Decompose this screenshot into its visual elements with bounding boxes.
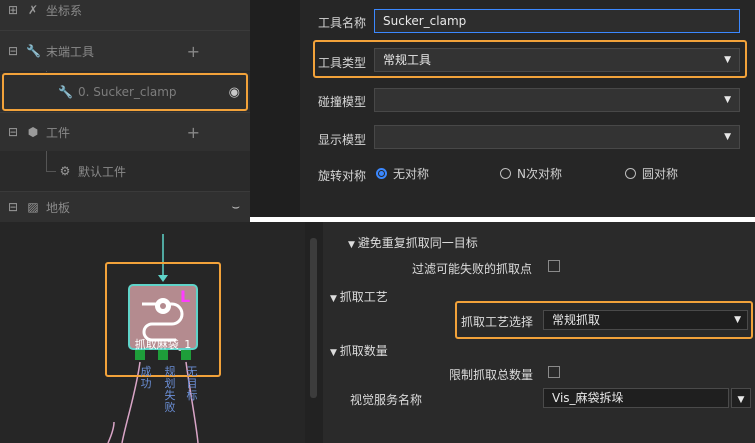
rotation-symmetry-label: 旋转对称 bbox=[318, 169, 367, 183]
output-label-plan-failed: 规划失败 bbox=[164, 365, 176, 414]
collision-model-select[interactable]: ▼ bbox=[374, 88, 740, 112]
highlight-box bbox=[105, 262, 221, 377]
output-label-success: 成功 bbox=[140, 365, 152, 390]
wrench-icon: 🔧 bbox=[26, 44, 41, 58]
visibility-hidden-icon[interactable]: ⌣ bbox=[231, 200, 240, 215]
collapse-icon[interactable]: ⊟ bbox=[6, 44, 20, 58]
display-model-select[interactable]: ▼ bbox=[374, 125, 740, 149]
limit-total-label: 限制抓取总数量 bbox=[449, 368, 534, 382]
caret-down-icon: ▼ bbox=[348, 240, 358, 250]
radio-selected-icon bbox=[376, 168, 387, 179]
panel-splitter bbox=[250, 0, 300, 217]
radio-icon bbox=[625, 168, 636, 179]
radio-icon bbox=[500, 168, 511, 179]
tree-item-coordinate-system[interactable]: ⊞ ✗ 坐标系 bbox=[0, 0, 250, 30]
chevron-down-icon: ▼ bbox=[737, 395, 745, 405]
limit-total-checkbox[interactable] bbox=[548, 366, 560, 378]
highlight-box bbox=[313, 40, 747, 78]
workpiece-icon: ⬢ bbox=[27, 125, 39, 139]
collapse-icon[interactable]: ⊟ bbox=[6, 125, 20, 139]
chevron-down-icon: ▼ bbox=[724, 132, 731, 142]
tree-item-floor[interactable]: ⊟ ▨ 地板 ⌣ bbox=[0, 192, 250, 222]
tree-item-workpiece[interactable]: ⊟ ⬢ 工件 + bbox=[0, 113, 250, 151]
pick-count-header[interactable]: ▼ 抓取数量 bbox=[330, 342, 388, 359]
collapse-icon[interactable]: ⊟ bbox=[6, 200, 20, 214]
tree-item-default-workpiece[interactable]: ⚙ 默认工件 bbox=[0, 152, 250, 190]
radio-circular-symmetry[interactable]: 圆对称 bbox=[625, 165, 678, 182]
filter-failed-label: 过滤可能失败的抓取点 bbox=[412, 262, 533, 276]
chevron-down-icon: ▼ bbox=[724, 95, 731, 105]
scrollbar[interactable] bbox=[310, 238, 317, 398]
vision-service-dropdown-button[interactable]: ▼ bbox=[731, 388, 751, 408]
workpiece-icon: ⚙ bbox=[59, 164, 71, 178]
collision-model-label: 碰撞模型 bbox=[318, 95, 367, 109]
floor-icon: ▨ bbox=[27, 200, 39, 214]
caret-down-icon: ▼ bbox=[330, 294, 340, 304]
tool-name-input[interactable]: Sucker_clamp bbox=[374, 9, 740, 33]
add-tool-icon[interactable]: + bbox=[187, 42, 200, 61]
vision-service-select[interactable]: Vis_麻袋拆垛 bbox=[543, 388, 729, 408]
expand-icon[interactable]: ⊞ bbox=[6, 3, 20, 17]
radio-n-fold-symmetry[interactable]: N次对称 bbox=[500, 165, 562, 182]
highlight-box bbox=[2, 73, 248, 111]
axes-icon: ✗ bbox=[27, 3, 39, 17]
tool-name-label: 工具名称 bbox=[318, 16, 367, 30]
highlight-box bbox=[455, 301, 753, 339]
caret-down-icon: ▼ bbox=[330, 348, 340, 358]
output-connection bbox=[107, 421, 115, 443]
filter-failed-checkbox[interactable] bbox=[548, 260, 560, 272]
tree-item-end-tools[interactable]: ⊟ 🔧 末端工具 + bbox=[0, 31, 250, 71]
vision-service-label: 视觉服务名称 bbox=[350, 393, 423, 407]
output-label-no-target: 无目标 bbox=[186, 365, 198, 402]
avoid-repeat-header[interactable]: ▼ 避免重复抓取同一目标 bbox=[348, 234, 478, 251]
display-model-label: 显示模型 bbox=[318, 133, 367, 147]
pick-process-header[interactable]: ▼ 抓取工艺 bbox=[330, 288, 388, 305]
add-workpiece-icon[interactable]: + bbox=[187, 123, 200, 142]
radio-no-symmetry[interactable]: 无对称 bbox=[376, 165, 429, 182]
